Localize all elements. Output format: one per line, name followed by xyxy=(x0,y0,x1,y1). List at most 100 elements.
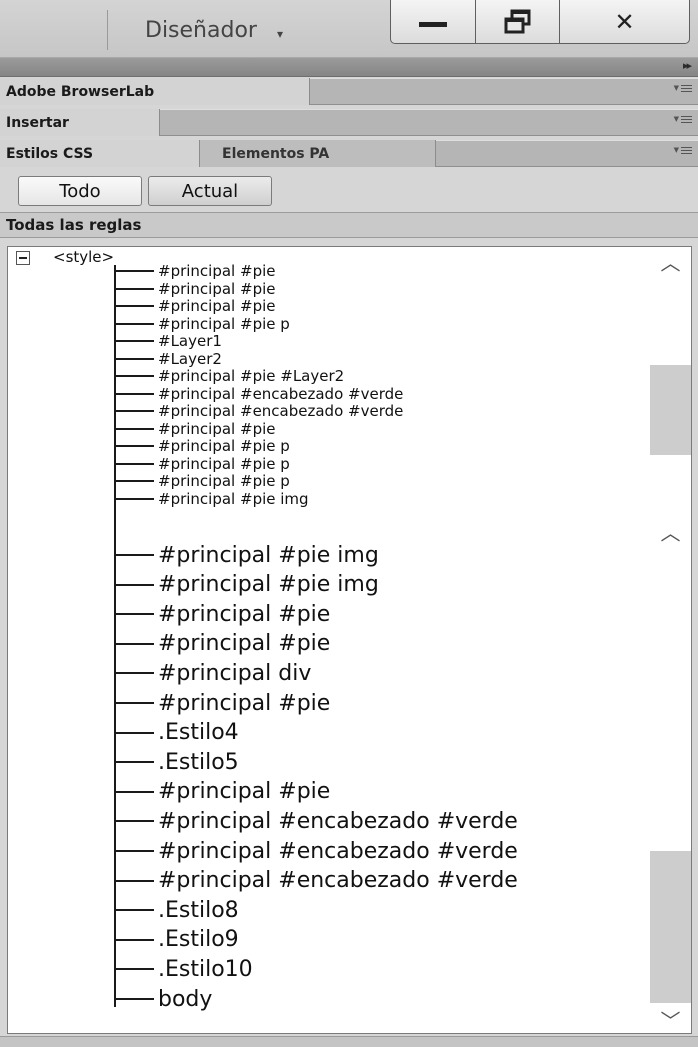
tab-estilos-css[interactable]: Estilos CSS xyxy=(0,140,200,167)
panel-menu-icon[interactable]: ▼ xyxy=(674,115,692,123)
panel-menu-icon[interactable]: ▼ xyxy=(674,146,692,154)
css-rule-item[interactable]: body xyxy=(114,986,213,1012)
tab-adobe-browserlab[interactable]: Adobe BrowserLab xyxy=(0,78,310,105)
tree-branch-line xyxy=(114,554,154,556)
css-rule-label: #principal #pie xyxy=(158,419,276,438)
tree-branch-line xyxy=(114,270,154,272)
css-rule-item[interactable]: #principal #pie img xyxy=(114,572,379,598)
css-rule-label: #principal #pie p xyxy=(158,314,290,333)
scrollbar-thumb[interactable] xyxy=(650,851,691,1003)
workspace-switcher[interactable]: Diseñador ▾ xyxy=(145,18,283,43)
css-rule-item[interactable]: .Estilo4 xyxy=(114,720,239,745)
panel-menu-icon[interactable]: ▼ xyxy=(674,84,692,92)
tree-branch-line xyxy=(114,613,154,616)
css-rule-label: #principal #pie img xyxy=(158,572,379,598)
tab-label: Elementos PA xyxy=(222,145,330,162)
css-rule-label: #principal #pie img xyxy=(158,489,309,508)
css-rule-label: #principal #pie xyxy=(158,601,331,627)
rules-tree: <style> #principal #pie #principal #pie #p… xyxy=(7,246,692,1034)
tree-branch-line xyxy=(114,642,154,645)
scroll-up-icon[interactable]: ︿ xyxy=(650,519,691,545)
tree-branch-line xyxy=(114,702,154,704)
css-rule-item[interactable]: #principal #pie img xyxy=(114,489,309,509)
css-rule-item[interactable]: #principal #encabezado #verde xyxy=(114,808,518,834)
tree-branch-line xyxy=(114,968,154,971)
tree-branch-line xyxy=(114,672,154,675)
css-rule-label: .Estilo5 xyxy=(158,749,239,775)
minimize-button[interactable] xyxy=(390,0,476,44)
css-rule-label: #principal #pie p xyxy=(158,472,290,490)
css-rule-label: #principal #pie img xyxy=(158,542,379,568)
expand-panels-icon[interactable]: ▸▸ xyxy=(683,59,692,72)
css-rule-item[interactable]: #principal #pie xyxy=(114,779,331,805)
tab-label: Estilos CSS xyxy=(6,145,94,162)
tree-branch-line xyxy=(114,850,154,852)
css-rule-label: body xyxy=(158,986,213,1012)
css-rule-label: #principal #pie xyxy=(158,262,276,280)
css-rule-label: #principal #pie xyxy=(158,279,276,298)
tree-branch-line xyxy=(114,583,154,586)
css-rule-item[interactable]: #principal #pie xyxy=(114,691,330,716)
tree-branch-line xyxy=(114,427,154,430)
css-rule-label: #principal #encabezado #verde xyxy=(158,868,518,894)
scroll-down-icon[interactable]: ﹀ xyxy=(650,1007,691,1033)
tab-elementos-pa[interactable]: Elementos PA xyxy=(200,140,436,167)
tree-branch-line xyxy=(114,761,154,764)
tree-branch-line xyxy=(114,410,154,412)
css-rule-label: .Estilo10 xyxy=(158,956,253,982)
css-rule-label: .Estilo9 xyxy=(158,927,239,953)
css-rule-label: #principal #encabezado #verde xyxy=(158,402,404,420)
panel-dock-header[interactable]: ▸▸ xyxy=(0,58,698,77)
tree-branch-line xyxy=(114,340,154,342)
panel-browserlab: Adobe BrowserLab ▼ xyxy=(0,78,698,105)
title-divider xyxy=(107,10,108,50)
tree-branch-line xyxy=(114,392,154,395)
css-rule-label: #principal #encabezado #verde xyxy=(158,808,518,834)
css-rule-item[interactable]: #principal #encabezado #verde xyxy=(114,868,518,894)
css-rule-item[interactable]: #principal #pie xyxy=(114,631,331,657)
section-title: Todas las reglas xyxy=(0,212,698,238)
css-rule-item[interactable]: .Estilo9 xyxy=(114,927,239,953)
tree-branch-line xyxy=(114,879,154,882)
restore-icon xyxy=(504,9,530,33)
css-rule-label: #principal #pie #Layer2 xyxy=(158,367,345,385)
restore-button[interactable] xyxy=(476,0,560,44)
tab-label: Adobe BrowserLab xyxy=(6,83,155,100)
window-controls: ✕ xyxy=(390,0,690,44)
css-rule-label: #principal div xyxy=(158,660,312,686)
tree-branch-line xyxy=(114,375,154,377)
tree-branch-line xyxy=(114,287,154,290)
tab-label: Insertar xyxy=(6,114,69,131)
tree-branch-line xyxy=(114,305,154,307)
panel-footer xyxy=(0,1036,698,1047)
tab-insertar[interactable]: Insertar xyxy=(0,109,160,136)
close-icon: ✕ xyxy=(614,7,635,36)
toggle-current-button[interactable]: Actual xyxy=(148,176,272,206)
css-rule-label: .Estilo8 xyxy=(158,897,239,923)
css-rule-item[interactable]: #principal div xyxy=(114,660,312,686)
chevron-down-icon: ▾ xyxy=(276,26,283,41)
css-rule-label: #principal #encabezado #verde xyxy=(158,384,404,403)
title-bar: Diseñador ▾ ✕ xyxy=(0,0,698,58)
lower-scrollbar[interactable]: ︿ ﹀ xyxy=(650,517,691,1033)
css-rule-label: #principal #pie xyxy=(158,297,276,315)
css-rule-item[interactable]: #principal #encabezado #verde xyxy=(114,839,518,864)
css-rule-label: #Layer2 xyxy=(158,349,222,368)
scrollbar-thumb[interactable] xyxy=(650,365,691,455)
tree-root-style[interactable]: <style> xyxy=(53,247,114,267)
css-rule-item[interactable]: .Estilo8 xyxy=(114,897,239,923)
scroll-up-icon[interactable]: ︿ xyxy=(650,249,691,275)
css-rule-item[interactable]: .Estilo5 xyxy=(114,749,239,775)
tree-branch-line xyxy=(114,998,154,1000)
css-rule-item[interactable]: .Estilo10 xyxy=(114,956,253,982)
close-button[interactable]: ✕ xyxy=(560,0,690,44)
panel-insertar: Insertar ▼ xyxy=(0,109,698,136)
css-rule-label: #principal #pie xyxy=(158,631,331,657)
css-rule-item[interactable]: #principal #pie img xyxy=(114,542,379,568)
upper-scrollbar[interactable]: ︿ xyxy=(650,247,691,513)
css-rule-item[interactable]: #principal #pie xyxy=(114,601,331,627)
tree-branch-line xyxy=(114,357,154,360)
css-rule-label: #principal #pie xyxy=(158,779,331,805)
collapse-node-icon[interactable] xyxy=(16,251,30,265)
toggle-all-button[interactable]: Todo xyxy=(18,176,142,206)
